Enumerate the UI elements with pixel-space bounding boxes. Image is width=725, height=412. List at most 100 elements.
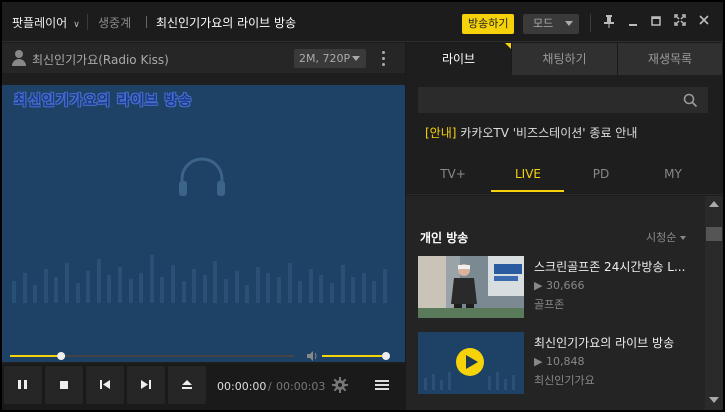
menu-icon[interactable] [375, 378, 389, 392]
visualizer-bar [192, 269, 197, 303]
volume-icon[interactable] [307, 351, 317, 361]
chevron-down-icon: ∨ [73, 20, 80, 30]
broadcast-thumbnail [418, 332, 524, 394]
broadcast-button[interactable]: 방송하기 [462, 14, 515, 34]
tab-chat[interactable]: 채팅하기 [512, 43, 618, 75]
video-overlay-title: 최신인기가요의 라이브 방송 [14, 93, 193, 109]
visualizer-bar [224, 279, 228, 303]
scroll-up-icon[interactable] [709, 201, 719, 207]
visualizer-bar [128, 279, 133, 303]
broadcast-list: 개인 방송 시청순 스크린골프존 24시간방송 L... ▶ 30,666 골프… [406, 196, 705, 410]
mode-dropdown[interactable]: 모드 [523, 14, 579, 34]
subtab-pd[interactable]: PD [562, 167, 640, 181]
item-title: 최신인기가요의 라이브 방송 [534, 336, 675, 350]
visualizer-bar [118, 267, 122, 303]
list-item[interactable]: 스크린골프존 24시간방송 L... ▶ 30,666 골프존 [418, 256, 701, 318]
visualizer-bar [149, 255, 154, 303]
visualizer-bar [139, 273, 144, 303]
visualizer-bar [171, 265, 175, 303]
item-title: 스크린골프존 24시간방송 L... [534, 260, 686, 274]
eject-icon [182, 380, 192, 389]
more-options-icon[interactable] [380, 51, 386, 67]
fullscreen-icon[interactable] [672, 14, 688, 30]
quality-label: 2M, 720P [299, 52, 351, 65]
scrollbar-thumb[interactable] [706, 227, 722, 241]
close-icon[interactable] [696, 14, 712, 30]
divider [146, 16, 147, 28]
stop-button[interactable] [45, 366, 83, 404]
visualizer-bar [287, 263, 292, 303]
maximize-icon[interactable] [648, 14, 664, 30]
scroll-down-icon[interactable] [709, 397, 719, 403]
visualizer-bar [22, 273, 27, 303]
channel-name[interactable]: 최신인기가요(Radio Kiss) [32, 51, 169, 68]
caret-down-icon [565, 21, 573, 26]
sort-dropdown[interactable]: 시청순 [646, 229, 687, 245]
visualizer-bar [43, 269, 48, 303]
visualizer-bar [372, 281, 377, 303]
tab-live[interactable]: 라이브 [406, 43, 512, 75]
pin-icon[interactable] [601, 14, 617, 30]
user-icon [12, 50, 26, 66]
headphones-icon [179, 157, 225, 196]
tab-playlist[interactable]: 재생목록 [618, 43, 723, 75]
caret-down-icon [680, 236, 687, 240]
mode-label: 모드 [533, 17, 554, 30]
visualizer-bar [298, 281, 303, 303]
volume-handle[interactable] [382, 352, 390, 360]
seek-fill [10, 355, 62, 357]
next-button[interactable] [127, 366, 165, 404]
visualizer-bar [65, 263, 69, 303]
subtab-live[interactable]: LIVE [489, 167, 567, 181]
broadcast-thumbnail [418, 256, 524, 318]
seek-and-volume-bar [10, 351, 390, 361]
search-input[interactable] [418, 87, 708, 113]
visualizer-bar [33, 285, 38, 303]
visualizer-bar [12, 281, 16, 303]
visualizer-bar [54, 277, 59, 303]
visualizer-bar [255, 267, 260, 303]
pause-icon [18, 380, 27, 389]
search-icon[interactable] [683, 93, 698, 108]
visualizer-bar [160, 277, 165, 303]
views-count: 30,666 [545, 279, 585, 292]
time-separator: / [268, 380, 272, 393]
visualizer-bar [340, 265, 345, 303]
visualizer-bar [330, 283, 334, 303]
channel-bar: 최신인기가요(Radio Kiss) 2M, 720P [2, 43, 405, 73]
subtab-my[interactable]: MY [634, 167, 712, 181]
live-subtabs: TV+ LIVE PD MY [406, 153, 723, 195]
views-play-icon: ▶ [534, 355, 543, 368]
skip-previous-icon [100, 380, 110, 389]
minimize-icon[interactable] [625, 14, 641, 30]
video-display[interactable]: 최신인기가요의 라이브 방송 [2, 85, 405, 362]
divider [87, 14, 88, 30]
settings-gear-icon[interactable] [332, 377, 348, 393]
caret-down-icon [352, 56, 360, 61]
notice-text: 카카오TV '비즈스테이션' 종료 안내 [460, 126, 638, 140]
window-title: 최신인기가요의 라이브 방송 [156, 16, 297, 30]
active-subtab-indicator [491, 190, 564, 192]
item-views: ▶ 30,666 [534, 279, 584, 292]
section-title: 개인 방송 [420, 231, 469, 245]
quality-dropdown[interactable]: 2M, 720P [294, 49, 366, 68]
app-menu-button[interactable]: 팟플레이어 ∨ [12, 14, 80, 31]
seek-handle[interactable] [57, 352, 66, 360]
eject-button[interactable] [168, 366, 206, 404]
skip-next-icon [141, 380, 151, 389]
visualizer-bar [107, 275, 112, 303]
visualizer-bar [86, 271, 91, 303]
notice-link[interactable]: [안내] 카카오TV '비즈스테이션' 종료 안내 [425, 124, 637, 141]
visualizer-bar [361, 273, 366, 303]
pause-button[interactable] [4, 366, 42, 404]
list-scrollbar[interactable] [705, 196, 723, 410]
app-name: 팟플레이어 [12, 16, 68, 30]
visualizer-bar [202, 275, 207, 303]
list-item[interactable]: 최신인기가요의 라이브 방송 ▶ 10,848 최신인기가요 [418, 332, 701, 394]
subtab-tvplus[interactable]: TV+ [414, 167, 492, 181]
previous-button[interactable] [86, 366, 124, 404]
item-channel: 최신인기가요 [534, 374, 595, 387]
current-time: 00:00:00 [217, 380, 267, 393]
visualizer-bar [277, 277, 281, 303]
panel-tabs: 라이브 채팅하기 재생목록 [406, 43, 723, 75]
